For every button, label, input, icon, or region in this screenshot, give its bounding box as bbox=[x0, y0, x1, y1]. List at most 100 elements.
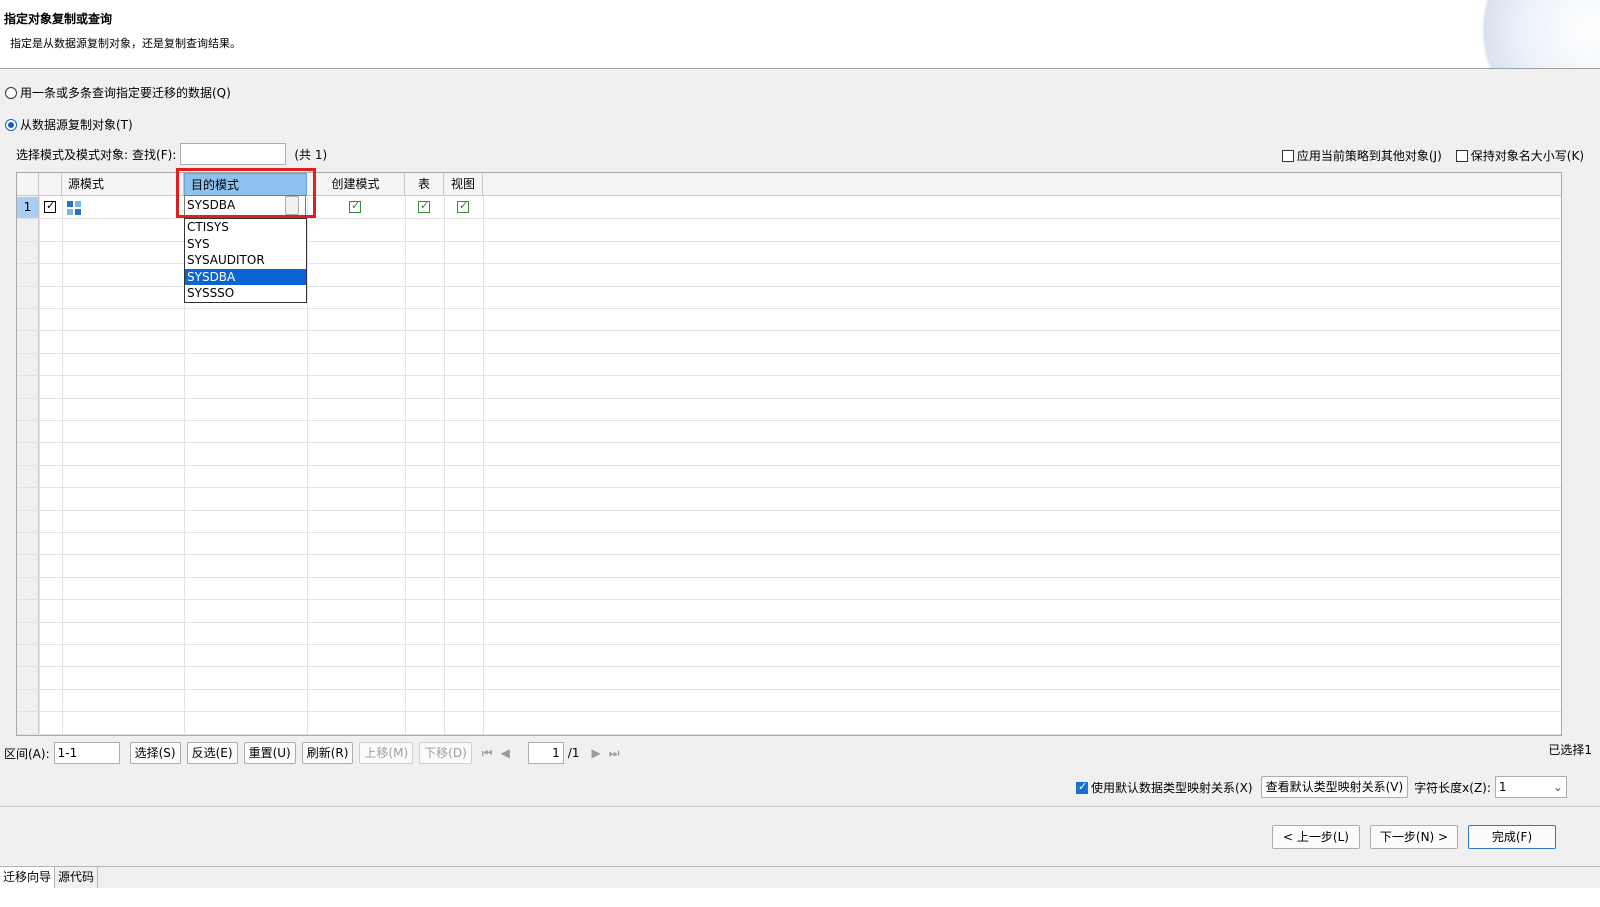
selected-count: 已选择1 bbox=[1548, 743, 1592, 757]
grid-col-line bbox=[307, 196, 308, 735]
header-check-col bbox=[39, 173, 62, 196]
grid-row-line bbox=[17, 465, 1561, 466]
apply-strategy-checkbox[interactable] bbox=[1281, 150, 1294, 162]
char-length-label: 字符长度x(Z): bbox=[1414, 780, 1491, 795]
grid-toolbar: 区间(A): 1-1 选择(S) 反选(E) 重置(U) 刷新(R) 上移(M)… bbox=[4, 742, 624, 764]
prev-page-icon[interactable]: ◀ bbox=[501, 746, 510, 760]
col-create-schema[interactable]: 创建模式 bbox=[307, 173, 405, 196]
bottom-tabs: 迁移向导 源代码 bbox=[0, 866, 1600, 888]
use-default-mapping-label: 使用默认数据类型映射关系(X) bbox=[1091, 780, 1253, 795]
use-default-mapping-option[interactable]: 使用默认数据类型映射关系(X) bbox=[1076, 779, 1253, 796]
next-page-icon[interactable]: ▶ bbox=[591, 746, 600, 760]
keep-case-label: 保持对象名大小写(K) bbox=[1470, 149, 1584, 163]
query-option[interactable]: 用一条或多条查询指定要迁移的数据(Q) bbox=[5, 84, 231, 101]
header-corner bbox=[17, 173, 39, 196]
reset-button[interactable]: 重置(U) bbox=[243, 742, 296, 764]
col-source-schema[interactable]: 源模式 bbox=[62, 173, 184, 196]
grid-row-line bbox=[17, 330, 1561, 331]
dropdown-option[interactable]: SYS bbox=[185, 236, 306, 253]
row-number[interactable]: 1 bbox=[17, 197, 38, 218]
grid-col-line bbox=[62, 196, 63, 735]
chevron-down-icon: ⌄ bbox=[1552, 780, 1563, 794]
create-schema-checkbox[interactable] bbox=[349, 199, 361, 213]
right-options: 应用当前策略到其他对象(J) 保持对象名大小写(K) bbox=[1281, 147, 1584, 164]
tab-migration-wizard[interactable]: 迁移向导 bbox=[0, 867, 56, 888]
row-select-checkbox[interactable] bbox=[44, 199, 56, 213]
schema-icon bbox=[67, 201, 81, 215]
keep-case-option[interactable]: 保持对象名大小写(K) bbox=[1455, 147, 1584, 164]
grid-row-line bbox=[17, 711, 1561, 712]
table-checkbox[interactable] bbox=[418, 199, 430, 213]
grid-row-line bbox=[17, 577, 1561, 578]
apply-strategy-option[interactable]: 应用当前策略到其他对象(J) bbox=[1281, 147, 1442, 164]
grid-row-line bbox=[17, 375, 1561, 376]
filter-row: 选择模式及模式对象: 查找(F): (共 1) bbox=[16, 143, 327, 165]
char-length-select[interactable]: 1 ⌄ bbox=[1494, 776, 1567, 798]
range-input[interactable]: 1-1 bbox=[53, 742, 120, 764]
grid-row-line bbox=[17, 510, 1561, 511]
copy-option-label: 从数据源复制对象(T) bbox=[20, 118, 133, 132]
view-default-mapping-button[interactable]: 查看默认类型映射关系(V) bbox=[1260, 776, 1409, 798]
wizard-header: 指定对象复制或查询 指定是从数据源复制对象，还是复制查询结果。 bbox=[0, 0, 1600, 69]
page-title: 指定对象复制或查询 bbox=[4, 12, 113, 26]
highlight-annotation bbox=[176, 168, 316, 218]
grid-row-line bbox=[17, 644, 1561, 645]
invert-button[interactable]: 反选(E) bbox=[186, 742, 238, 764]
object-count: (共 1) bbox=[294, 147, 328, 162]
first-page-icon[interactable]: ⏮ bbox=[482, 746, 493, 761]
prev-button[interactable]: < 上一步(L) bbox=[1272, 825, 1360, 849]
dropdown-option-selected[interactable]: SYSDBA bbox=[185, 268, 306, 286]
grid-row-line bbox=[17, 689, 1561, 690]
move-up-button[interactable]: 上移(M) bbox=[359, 742, 414, 764]
tab-source-code[interactable]: 源代码 bbox=[55, 867, 99, 888]
next-button[interactable]: 下一步(N) > bbox=[1370, 825, 1458, 849]
dropdown-option[interactable]: SYSSSO bbox=[185, 285, 306, 302]
grid-row-line bbox=[17, 442, 1561, 443]
char-length-value: 1 bbox=[1498, 780, 1507, 794]
grid-row-line bbox=[17, 353, 1561, 354]
grid-row-line bbox=[17, 599, 1561, 600]
grid-col-line bbox=[39, 196, 40, 735]
header-decoration bbox=[1470, 0, 1600, 68]
range-label: 区间(A): bbox=[4, 746, 50, 761]
apply-strategy-label: 应用当前策略到其他对象(J) bbox=[1296, 149, 1442, 163]
filter-label: 选择模式及模式对象: bbox=[16, 147, 129, 162]
dropdown-option[interactable]: SYSAUDITOR bbox=[185, 252, 306, 269]
grid-row-line bbox=[17, 308, 1561, 309]
wizard-buttons: < 上一步(L) 下一步(N) > 完成(F) bbox=[1272, 825, 1556, 849]
status-strip bbox=[0, 888, 1600, 907]
col-view[interactable]: 视图 bbox=[444, 173, 483, 196]
search-input[interactable] bbox=[180, 143, 287, 165]
view-checkbox[interactable] bbox=[457, 199, 469, 213]
page-description: 指定是从数据源复制对象，还是复制查询结果。 bbox=[10, 37, 241, 50]
grid-row-line bbox=[17, 734, 1561, 735]
grid-row-line bbox=[17, 666, 1561, 667]
copy-option[interactable]: 从数据源复制对象(T) bbox=[5, 116, 133, 133]
grid-col-line bbox=[483, 196, 484, 735]
dropdown-option[interactable]: CTISYS bbox=[185, 219, 306, 236]
grid-row-line bbox=[17, 487, 1561, 488]
move-down-button[interactable]: 下移(D) bbox=[419, 742, 472, 764]
query-option-label: 用一条或多条查询指定要迁移的数据(Q) bbox=[20, 86, 231, 100]
select-button[interactable]: 选择(S) bbox=[129, 742, 181, 764]
last-page-icon[interactable]: ⏭ bbox=[609, 746, 620, 761]
grid-row-line bbox=[17, 532, 1561, 533]
use-default-mapping-checkbox[interactable] bbox=[1076, 780, 1088, 794]
grid-row-line bbox=[17, 398, 1561, 399]
grid-row-line bbox=[17, 622, 1561, 623]
grid-col-line bbox=[405, 196, 406, 735]
finish-button[interactable]: 完成(F) bbox=[1468, 825, 1556, 849]
target-schema-dropdown[interactable]: CTISYS SYS SYSAUDITOR SYSDBA SYSSSO bbox=[184, 218, 307, 303]
page-input[interactable]: 1 bbox=[527, 742, 564, 764]
search-label: 查找(F): bbox=[132, 147, 177, 162]
copy-radio[interactable] bbox=[5, 118, 17, 131]
col-table[interactable]: 表 bbox=[405, 173, 444, 196]
grid-row-line bbox=[17, 554, 1561, 555]
mapping-row: 使用默认数据类型映射关系(X) 查看默认类型映射关系(V) 字符长度x(Z): … bbox=[1076, 776, 1567, 798]
refresh-button[interactable]: 刷新(R) bbox=[301, 742, 354, 764]
grid-col-line bbox=[444, 196, 445, 735]
query-radio[interactable] bbox=[5, 86, 17, 99]
footer-separator bbox=[0, 806, 1600, 807]
keep-case-checkbox[interactable] bbox=[1455, 150, 1468, 162]
page-total: /1 bbox=[567, 746, 580, 760]
